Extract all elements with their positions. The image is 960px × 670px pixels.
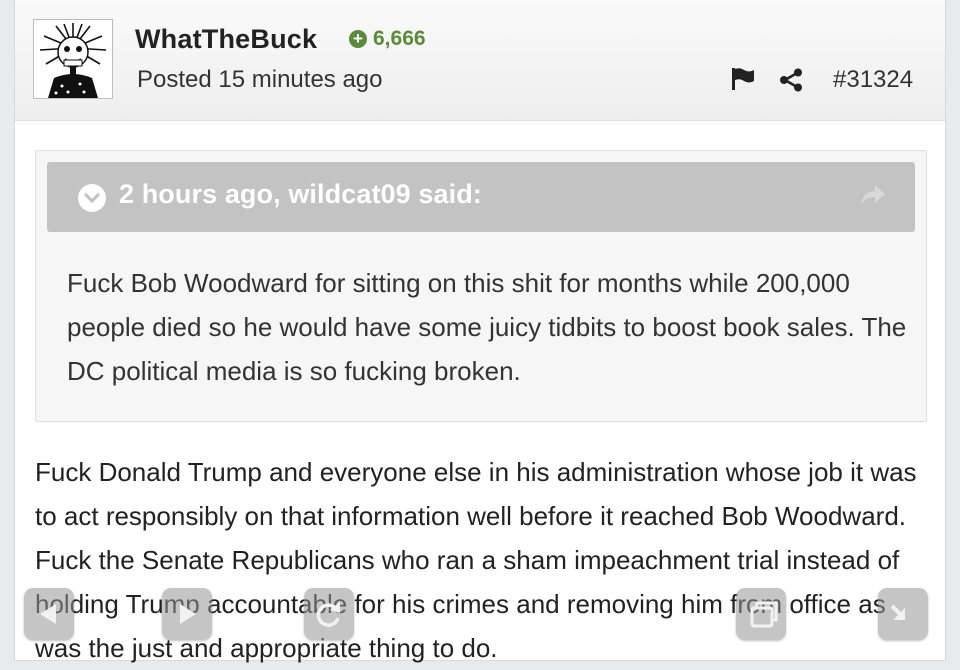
tabs-icon	[750, 601, 778, 628]
flag-icon[interactable]	[731, 68, 755, 95]
forward-button[interactable]	[162, 588, 212, 640]
chevron-down-circle-icon[interactable]	[78, 184, 106, 212]
post-header: WhatTheBuck + 6,666 Posted 15 minutes ag…	[15, 0, 945, 121]
share-icon[interactable]	[779, 68, 803, 97]
exit-fullscreen-icon	[890, 604, 906, 620]
back-button[interactable]	[24, 588, 74, 640]
avatar-image	[34, 20, 112, 98]
post-permalink-id[interactable]: #31324	[833, 66, 913, 94]
forum-post: WhatTheBuck + 6,666 Posted 15 minutes ag…	[14, 0, 946, 663]
exit-fullscreen-button[interactable]	[878, 588, 928, 640]
quote-citation: 2 hours ago, wildcat09 said:	[119, 179, 482, 209]
forward-icon	[180, 604, 196, 624]
reload-icon	[316, 602, 340, 627]
plus-circle-icon: +	[349, 30, 367, 48]
tabs-button[interactable]	[736, 588, 786, 640]
blockquote: 2 hours ago, wildcat09 said: Fuck Bob Wo…	[35, 150, 927, 422]
quote-body: Fuck Bob Woodward for sitting on this sh…	[67, 268, 907, 386]
reload-button[interactable]	[304, 588, 354, 640]
post-timestamp[interactable]: Posted 15 minutes ago	[137, 66, 383, 94]
reputation-badge[interactable]: + 6,666	[349, 27, 426, 51]
share-arrow-icon[interactable]	[857, 182, 887, 211]
back-icon	[40, 604, 56, 624]
reputation-count: 6,666	[373, 27, 426, 50]
avatar[interactable]	[33, 19, 113, 99]
quote-citation-bar[interactable]: 2 hours ago, wildcat09 said:	[47, 162, 915, 232]
author-name[interactable]: WhatTheBuck	[135, 24, 317, 55]
